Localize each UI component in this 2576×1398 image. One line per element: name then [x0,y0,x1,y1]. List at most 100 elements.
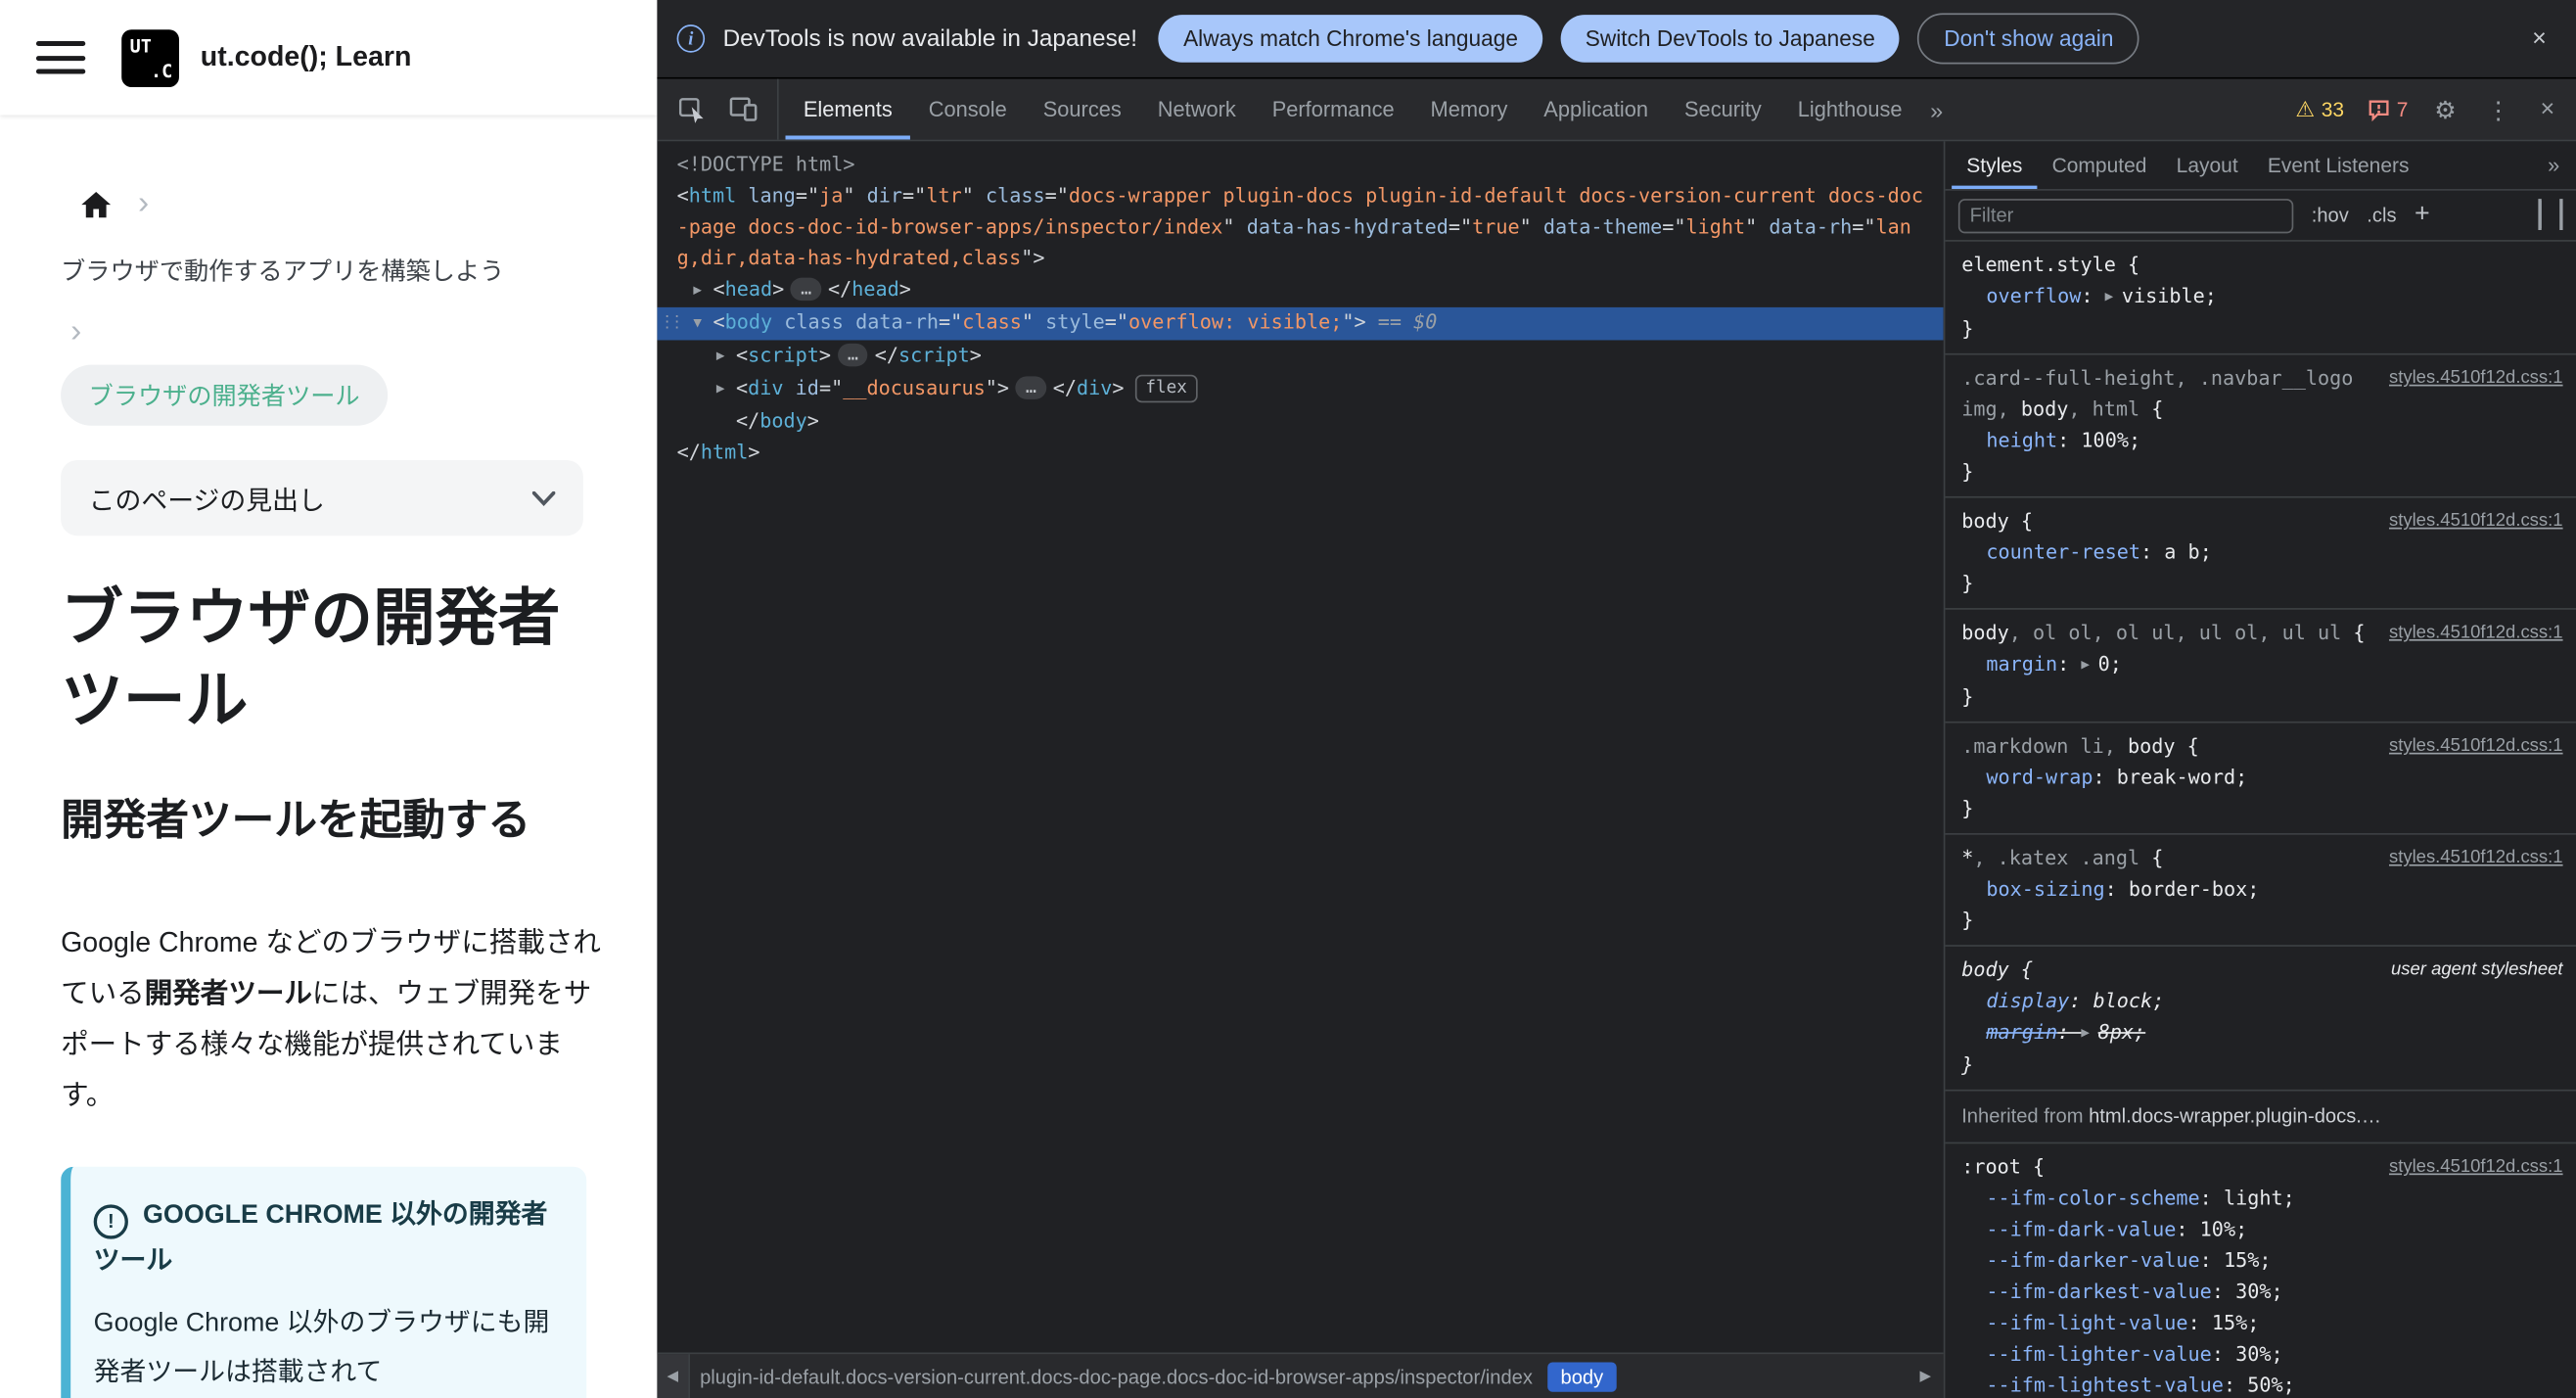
breadcrumb-current: ブラウザの開発者ツール [61,363,389,425]
tab-sources[interactable]: Sources [1025,79,1139,140]
home-icon[interactable] [80,190,112,218]
style-rule: user agent stylesheet body {display: bloc… [1945,947,2576,1092]
crumb-scroll-right-button[interactable]: ▶ [1908,1354,1944,1398]
settings-gear-icon[interactable]: ⚙ [2423,95,2468,124]
menu-button[interactable] [35,40,86,74]
css-property-overflow[interactable]: overflow: ▶ visible; [1961,281,2562,314]
sidebar-tab-computed[interactable]: Computed [2038,141,2162,189]
warning-count: 33 [2321,97,2345,121]
warning-icon: ⚠ [2295,97,2315,122]
css-property-ifm-darkest-value[interactable]: --ifm-darkest-value: 30%; [1961,1277,2562,1308]
css-property-ifm-lightest-value[interactable]: --ifm-lightest-value: 50%; [1961,1371,2562,1398]
site-logo[interactable]: UT .C [121,28,179,87]
crumb-scroll-left-button[interactable]: ◀ [657,1354,690,1398]
css-property-margin[interactable]: margin: ▶ 8px; [1961,1017,2562,1050]
doc-content: › ブラウザで動作するアプリを構築しよう › ブラウザの開発者ツール このページ… [0,115,657,1398]
dom-node-head[interactable]: ▶ <head>… </head> [657,274,1943,307]
stylesheet-link[interactable]: styles.4510f12d.css:1 [2389,363,2563,395]
dom-node-body[interactable]: </body> [657,406,1943,438]
inherited-from-row: Inherited from html.docs-wrapper.plugin-… [1945,1092,2576,1144]
stylesheet-link[interactable]: styles.4510f12d.css:1 [2389,618,2563,649]
issues-badge[interactable]: 7 [2359,98,2416,120]
css-property-ifm-color-scheme[interactable]: --ifm-color-scheme: light; [1961,1184,2562,1215]
css-property-ifm-light-value[interactable]: --ifm-light-value: 15%; [1961,1308,2562,1339]
computed-panel-toggle-icon[interactable] [2559,199,2563,230]
dom-node-div[interactable]: ▶ <div id="__docusaurus">… </div> flex [657,373,1943,406]
element-crumb-path[interactable]: plugin-id-default.docs-version-current.d… [700,1365,1533,1388]
devtools-tabs: Elements Console Sources Network Performance… [785,79,1920,140]
stylesheet-link[interactable]: styles.4510f12d.css:1 [2389,1152,2563,1184]
tab-application[interactable]: Application [1526,79,1667,140]
dom-node-body[interactable]: ⋮⋮ ▼ <body class data-rh="class" style="ov… [657,306,1944,341]
always-match-language-button[interactable]: Always match Chrome's language [1158,15,1543,63]
body-paragraph: Google Chrome などのブラウザに搭載されている開発者ツールには、ウェ… [61,917,606,1121]
tab-memory[interactable]: Memory [1412,79,1526,140]
breadcrumb-item[interactable]: ブラウザで動作するアプリを構築しよう [61,253,504,287]
tab-lighthouse[interactable]: Lighthouse [1779,79,1920,140]
switch-to-japanese-button[interactable]: Switch DevTools to Japanese [1560,15,1900,63]
css-property-box-sizing[interactable]: box-sizing: border-box; [1961,874,2562,906]
site-page: UT .C ut.code(); Learn › ブラウザで動作するアプリを構築… [0,0,658,1398]
device-toolbar-icon[interactable] [718,78,779,140]
dom-node-html[interactable]: </html> [657,437,1943,468]
css-property-ifm-dark-value[interactable]: --ifm-dark-value: 10%; [1961,1214,2562,1245]
site-title[interactable]: ut.code(); Learn [201,41,412,74]
css-property-height[interactable]: height: 100%; [1961,426,2562,457]
info-admonition: ! GOOGLE CHROME 以外の開発者ツール Google Chrome 以… [61,1166,587,1398]
sidebar-tab-styles[interactable]: Styles [1952,141,2037,189]
kebab-menu-icon[interactable]: ⋮ [2474,95,2522,124]
style-rule: styles.4510f12d.css:1 .markdown li, body … [1945,723,2576,835]
toc-toggle[interactable]: このページの見出し [61,459,583,536]
stylesheet-link[interactable]: styles.4510f12d.css:1 [2389,843,2563,874]
css-property-counter-reset[interactable]: counter-reset: a b; [1961,537,2562,569]
infobar-message: DevTools is now available in Japanese! [722,25,1138,52]
more-tabs-icon[interactable]: » [1920,79,1953,140]
style-rule: styles.4510f12d.css:1:root {--ifm-color-… [1945,1143,2576,1398]
browser-window: UT .C ut.code(); Learn › ブラウザで動作するアプリを構築… [0,0,2576,1398]
page-title: ブラウザの開発者ツール [61,584,561,736]
style-sections: element.style {overflow: ▶ visible;} styl… [1945,242,2576,1398]
element-breadcrumb-bar: ◀ plugin-id-default.docs-version-current… [657,1352,1944,1398]
inherited-element-link[interactable]: html.docs-wrapper.plugin-docs.… [2089,1104,2381,1128]
selected-element-crumb[interactable]: body [1547,1361,1617,1391]
new-style-rule-button[interactable]: + [2415,202,2430,228]
tab-network[interactable]: Network [1139,79,1254,140]
toggle-element-state-button[interactable]: :hov [2312,204,2349,226]
sidebar-more-tabs-icon[interactable]: » [2538,141,2569,189]
stylesheet-link[interactable]: styles.4510f12d.css:1 [2389,506,2563,537]
tab-console[interactable]: Console [910,79,1025,140]
devtools-close-icon[interactable]: × [2529,95,2566,123]
sidebar-tab-layout[interactable]: Layout [2162,141,2253,189]
sidebar-tab-event-listeners[interactable]: Event Listeners [2253,141,2424,189]
warnings-badge[interactable]: ⚠ 33 [2287,98,2352,120]
dom-node-doctype[interactable]: <!DOCTYPE html> [657,150,1943,181]
breadcrumb: › ブラウザで動作するアプリを構築しよう › ブラウザの開発者ツール [61,171,584,428]
infobar-close-icon[interactable]: × [2522,24,2556,53]
css-property-display[interactable]: display: block; [1961,986,2562,1017]
stylesheet-origin-label: user agent stylesheet [2391,959,2563,980]
grid-icon[interactable] [2538,199,2542,230]
element-classes-button[interactable]: .cls [2367,204,2396,226]
styles-filter-input[interactable] [1957,198,2294,233]
dom-node-html[interactable]: <html lang="ja" dir="ltr" class="docs-wr… [657,181,1943,275]
chevron-right-icon: › [70,313,82,350]
issues-icon [2369,99,2389,121]
dont-show-again-button[interactable]: Don't show again [1917,13,2140,65]
flex-badge[interactable]: flex [1135,374,1197,403]
tab-elements[interactable]: Elements [785,79,910,140]
css-selector: element.style { [1961,253,2140,276]
tab-security[interactable]: Security [1667,79,1780,140]
logo-text-bottom: .C [151,60,173,82]
stylesheet-link[interactable]: styles.4510f12d.css:1 [2389,731,2563,763]
dom-node-script[interactable]: ▶ <script>… </script> [657,340,1943,373]
issue-count: 7 [2396,97,2409,121]
css-property-margin[interactable]: margin: ▶ 0; [1961,649,2562,682]
site-header: UT .C ut.code(); Learn [0,0,657,115]
css-property-word-wrap[interactable]: word-wrap: break-word; [1961,763,2562,794]
css-property-ifm-darker-value[interactable]: --ifm-darker-value: 15%; [1961,1245,2562,1277]
inspect-element-icon[interactable] [667,79,717,140]
css-property-ifm-lighter-value[interactable]: --ifm-lighter-value: 30%; [1961,1339,2562,1371]
elements-panel: <!DOCTYPE html> <html lang="ja" dir="ltr"… [657,141,1944,1353]
tab-performance[interactable]: Performance [1254,79,1412,140]
paragraph-bold-text: 開発者ツール [144,977,312,1009]
